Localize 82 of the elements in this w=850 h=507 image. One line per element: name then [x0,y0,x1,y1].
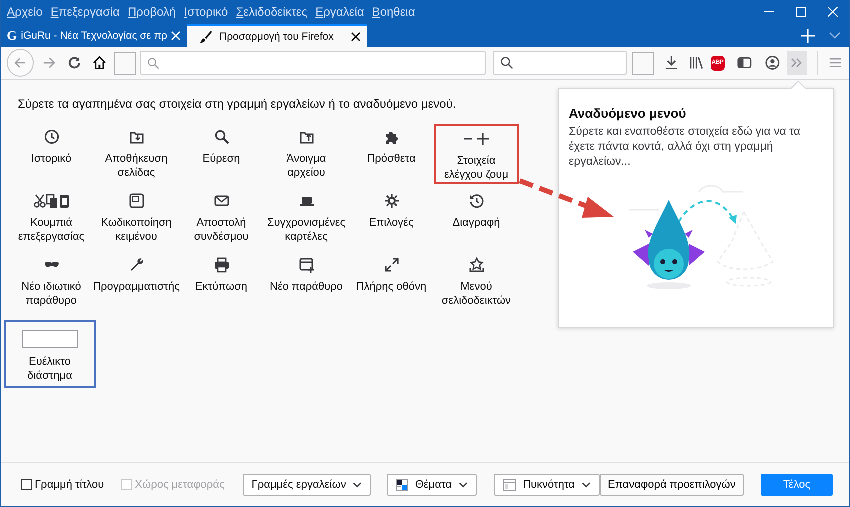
wrench-icon [128,257,144,273]
palette-item[interactable]: Εύρεση [179,124,264,184]
checkbox[interactable] [21,479,32,490]
account-icon[interactable] [765,55,781,71]
palette-item[interactable]: Αποθήκευση σελίδας [94,124,179,184]
site-favicon: G [7,28,18,44]
menu-item[interactable]: Βοηθεια [372,5,416,19]
browser-tab[interactable]: Προσαρμογή του Firefox [187,24,368,47]
palette-item[interactable]: Νέο παράθυρο [264,252,349,312]
palette-item[interactable]: Διαγραφή [434,188,519,248]
paintbrush-icon [199,30,214,44]
sidebar-icon[interactable] [736,55,752,71]
palette-item[interactable]: Εκτύπωση [179,252,264,312]
palette-item[interactable]: Συγχρονισμένες καρτέλες [264,188,349,248]
back-arrow-icon [13,56,28,70]
reload-icon[interactable] [67,55,83,71]
clock-icon [44,129,60,145]
empty-box-icon [22,330,78,348]
chevron-down-icon[interactable] [829,32,841,40]
toolbar-spacer [114,52,136,74]
density-icon [503,478,516,490]
close-icon[interactable] [351,32,362,42]
menu-item[interactable]: Εργαλεία [316,5,364,19]
checkbox-label: Χώρος μεταφοράς [135,478,225,490]
panel-description: Σύρετε και εναποθέστε στοιχεία εδώ για να τα έχετε πάντα κοντά, αλλά όχι στη γραμμή εργαλείων... [569,125,802,170]
panel-title: Αναδυόμενο μενού [569,106,688,121]
palette-item[interactable]: Πλήρης οθόνη [349,252,434,312]
palette-item[interactable]: Αποστολή συνδέσμου [179,188,264,248]
palette-item[interactable]: Προγραμματιστής [94,252,179,312]
search-icon [500,56,514,70]
flexible-space-item[interactable]: Ευέλικτο διάστημα [4,320,96,388]
done-button[interactable]: Τέλος [760,474,833,496]
instructions-text: Σύρετε τα αγαπημένα σας στοιχεία στη γραμμή εργαλείων ή το αναδυόμενο μενού. [18,97,458,111]
palette-item[interactable]: Ιστορικό [9,124,94,184]
menu-item[interactable]: Ιστορικό [184,5,228,19]
puzzle-piece-icon [384,129,400,145]
overflow-button[interactable] [786,51,807,75]
double-chevron-icon [790,57,803,69]
edit-tools-icon [34,193,70,209]
text-box-icon [128,193,144,209]
dropdown-button[interactable]: Θέματα [387,474,478,496]
home-icon[interactable] [92,55,107,71]
menu-item[interactable]: Επεξεργασία [50,5,120,19]
star-tray-icon [468,257,484,273]
expand-arrows-icon [384,257,400,273]
caret-icon [582,482,591,488]
menu-item[interactable]: Σελιδοδείκτες [236,5,308,19]
plus-icon[interactable] [801,28,815,42]
address-field[interactable] [140,51,486,75]
dropdown-button[interactable]: Γραμμές εργαλείων [242,474,372,496]
tab-title: iGuRu - Νέα Τεχνολογίας σε πρ [21,30,168,42]
search-field[interactable] [492,51,627,75]
theme-swatch-icon [396,478,408,490]
dropdown-button[interactable]: Πυκνότητα [494,474,600,496]
minus-plus-icon [462,131,490,147]
toolbar-spacer [632,52,654,74]
maximize-icon[interactable] [796,7,806,17]
new-window-icon [298,257,314,273]
search-icon [214,129,230,145]
checkbox-label: Γραμμή τίτλου [35,478,104,490]
printer-icon [214,257,230,273]
caret-icon [353,482,362,488]
palette-item[interactable]: Μενού σελιδοδεικτών [434,252,519,312]
caret-icon [459,482,468,488]
palette-item[interactable]: Κωδικοποίηση κειμένου [94,188,179,248]
search-icon [147,56,160,70]
settings-icon [384,193,400,209]
reset-button[interactable]: Επαναφορά προεπιλογών [600,474,744,496]
palette-item[interactable]: Πρόσθετα [349,124,434,184]
palette-item[interactable]: Νέο ιδιωτικό παράθυρο [9,252,94,312]
envelope-icon [214,193,230,209]
palette-item[interactable]: Επιλογές [349,188,434,248]
palette-item[interactable]: Άνοιγμα αρχείου [264,124,349,184]
history-clock-icon [468,193,484,209]
library-icon[interactable] [689,55,704,71]
menu-item[interactable]: Αρχείο [7,5,43,19]
menu-item[interactable]: Προβολή [128,5,176,19]
palette-item[interactable]: Κουμπιά επεξεργασίας [9,188,94,248]
palette-item[interactable]: Στοιχεία ελέγχου ζουμ [434,124,519,184]
download-icon[interactable] [664,55,680,71]
tab-title: Προσαρμογή του Firefox [219,30,335,42]
browser-tab[interactable]: G iGuRu - Νέα Τεχνολογίας σε πρ [1,24,188,47]
